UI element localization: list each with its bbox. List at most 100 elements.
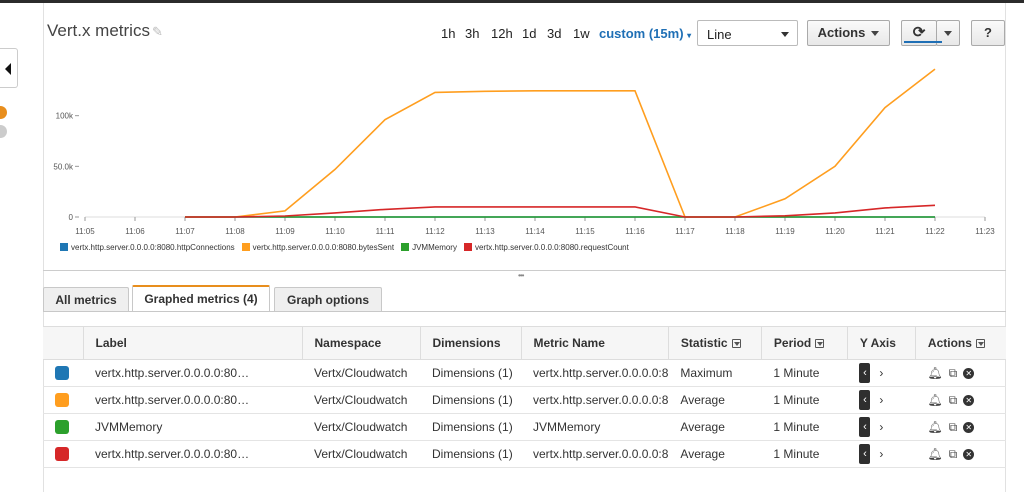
row-label[interactable]: JVMMemory	[83, 413, 302, 441]
tab-graphed-metrics[interactable]: Graphed metrics (4)	[132, 285, 270, 312]
collapse-sidebar-button[interactable]	[0, 48, 18, 88]
series-color-swatch[interactable]	[55, 420, 69, 435]
chevron-down-icon: ▾	[687, 31, 692, 40]
x-tick-label: 11:10	[325, 227, 345, 236]
range-3h[interactable]: 3h	[465, 26, 479, 41]
bell-icon[interactable]: 🔔︎	[927, 447, 942, 461]
series-color-swatch[interactable]	[55, 447, 69, 462]
help-button[interactable]: ?	[971, 20, 1005, 46]
row-color-cell	[43, 440, 83, 468]
row-period[interactable]: 1 Minute	[761, 359, 848, 387]
col-namespace[interactable]: Namespace	[302, 326, 421, 360]
range-1w[interactable]: 1w	[573, 26, 590, 41]
copy-icon[interactable]: ⧉	[949, 393, 958, 408]
close-icon[interactable]: ✕	[963, 421, 975, 433]
range-1h[interactable]: 1h	[441, 26, 455, 41]
y-axis-left-button[interactable]: ‹	[859, 417, 871, 437]
refresh-active-indicator	[904, 41, 942, 43]
table-header-row: Label Namespace Dimensions Metric Name S…	[43, 326, 1006, 360]
row-period[interactable]: 1 Minute	[761, 386, 848, 414]
resize-divider[interactable]	[43, 270, 1006, 271]
col-label[interactable]: Label	[83, 326, 303, 360]
row-namespace: Vertx/Cloudwatch	[302, 386, 420, 414]
actions-button[interactable]: Actions	[807, 20, 890, 46]
series-color-swatch[interactable]	[55, 393, 69, 408]
y-axis-right-button[interactable]: ›	[879, 447, 883, 461]
table-row[interactable]: vertx.http.server.0.0.0.0:80… Vertx/Cloud…	[43, 359, 1006, 387]
sort-dropdown-icon[interactable]	[975, 339, 985, 348]
row-label[interactable]: vertx.http.server.0.0.0.0:80…	[83, 386, 302, 414]
table-row[interactable]: vertx.http.server.0.0.0.0:80… Vertx/Cloud…	[43, 440, 1006, 468]
range-3d[interactable]: 3d	[547, 26, 561, 41]
row-namespace: Vertx/Cloudwatch	[302, 440, 420, 468]
tab-all-metrics[interactable]: All metrics	[43, 287, 129, 312]
bell-icon[interactable]: 🔔︎	[927, 366, 942, 380]
x-tick-label: 11:09	[275, 227, 295, 236]
copy-icon[interactable]: ⧉	[949, 447, 958, 462]
resize-grip-icon[interactable]: •••	[518, 271, 524, 280]
row-color-cell	[43, 413, 83, 441]
row-statistic[interactable]: Average	[668, 386, 762, 414]
tab-graph-options[interactable]: Graph options	[274, 287, 382, 312]
table-row[interactable]: JVMMemory Vertx/Cloudwatch Dimensions (1) J…	[43, 413, 1006, 441]
row-period[interactable]: 1 Minute	[761, 440, 848, 468]
row-namespace: Vertx/Cloudwatch	[302, 359, 420, 387]
y-axis-left-button[interactable]: ‹	[859, 444, 871, 464]
sort-dropdown-icon[interactable]	[731, 339, 741, 348]
legend-item[interactable]: JVMMemory	[401, 243, 457, 252]
bell-icon[interactable]: 🔔︎	[927, 420, 942, 434]
chart-svg: 11:05 11:06 11:07 11:08 11:09 11:10 11:11 11:12…	[53, 68, 995, 236]
range-12h[interactable]: 12h	[491, 26, 513, 41]
chart-legend: vertx.http.server.0.0.0.0:8080.httpConne…	[60, 243, 636, 255]
y-axis-left-button[interactable]: ‹	[859, 363, 871, 383]
row-dimensions[interactable]: Dimensions (1)	[420, 359, 521, 387]
row-statistic[interactable]: Average	[668, 413, 762, 441]
row-statistic[interactable]: Average	[668, 440, 762, 468]
y-axis-right-button[interactable]: ›	[879, 366, 883, 380]
sort-dropdown-icon[interactable]	[815, 339, 825, 348]
row-dimensions[interactable]: Dimensions (1)	[420, 440, 521, 468]
y-axis-right-button[interactable]: ›	[879, 393, 883, 407]
table-row[interactable]: vertx.http.server.0.0.0.0:80… Vertx/Cloud…	[43, 386, 1006, 414]
col-metric-name[interactable]: Metric Name	[521, 326, 669, 360]
row-dimensions[interactable]: Dimensions (1)	[420, 386, 521, 414]
col-statistic-label: Statistic	[680, 336, 728, 350]
legend-item[interactable]: vertx.http.server.0.0.0.0:8080.httpConne…	[60, 243, 235, 252]
y-axis-left-button[interactable]: ‹	[859, 390, 871, 410]
view-type-value: Line	[707, 27, 732, 42]
col-statistic[interactable]: Statistic	[668, 326, 762, 360]
bell-icon[interactable]: 🔔︎	[927, 393, 942, 407]
actions-label: Actions	[817, 25, 866, 40]
copy-icon[interactable]: ⧉	[949, 420, 958, 435]
row-statistic[interactable]: Maximum	[668, 359, 762, 387]
refresh-icon: ⟳	[912, 24, 926, 41]
row-period[interactable]: 1 Minute	[761, 413, 848, 441]
legend-item[interactable]: vertx.http.server.0.0.0.0:8080.bytesSent	[241, 243, 394, 252]
col-actions[interactable]: Actions	[915, 326, 1006, 360]
series-line	[185, 68, 936, 218]
x-tick-label: 11:22	[925, 227, 945, 236]
x-tick-label: 11:07	[175, 227, 195, 236]
col-dimensions[interactable]: Dimensions	[420, 326, 522, 360]
close-icon[interactable]: ✕	[963, 394, 975, 406]
row-metric-name: vertx.http.server.0.0.0.0:8	[521, 359, 669, 387]
col-actions-label: Actions	[927, 336, 972, 350]
view-type-select[interactable]: Line	[697, 20, 798, 46]
series-color-swatch[interactable]	[55, 366, 69, 381]
col-color	[43, 326, 84, 360]
pencil-icon[interactable]: ✎	[152, 24, 163, 40]
legend-item[interactable]: vertx.http.server.0.0.0.0:8080.requestCo…	[463, 243, 629, 252]
range-custom[interactable]: custom (15m) ▾	[599, 26, 691, 41]
row-label[interactable]: vertx.http.server.0.0.0.0:80…	[83, 359, 302, 387]
row-dimensions[interactable]: Dimensions (1)	[420, 413, 521, 441]
x-tick-label: 11:11	[376, 227, 395, 236]
close-icon[interactable]: ✕	[963, 367, 975, 379]
range-custom-label: custom (15m)	[599, 26, 684, 41]
row-label[interactable]: vertx.http.server.0.0.0.0:80…	[83, 440, 302, 468]
close-icon[interactable]: ✕	[963, 448, 975, 460]
copy-icon[interactable]: ⧉	[949, 366, 958, 381]
col-period[interactable]: Period	[761, 326, 848, 360]
chevron-down-icon	[781, 32, 789, 37]
y-axis-right-button[interactable]: ›	[879, 420, 883, 434]
range-1d[interactable]: 1d	[522, 26, 536, 41]
